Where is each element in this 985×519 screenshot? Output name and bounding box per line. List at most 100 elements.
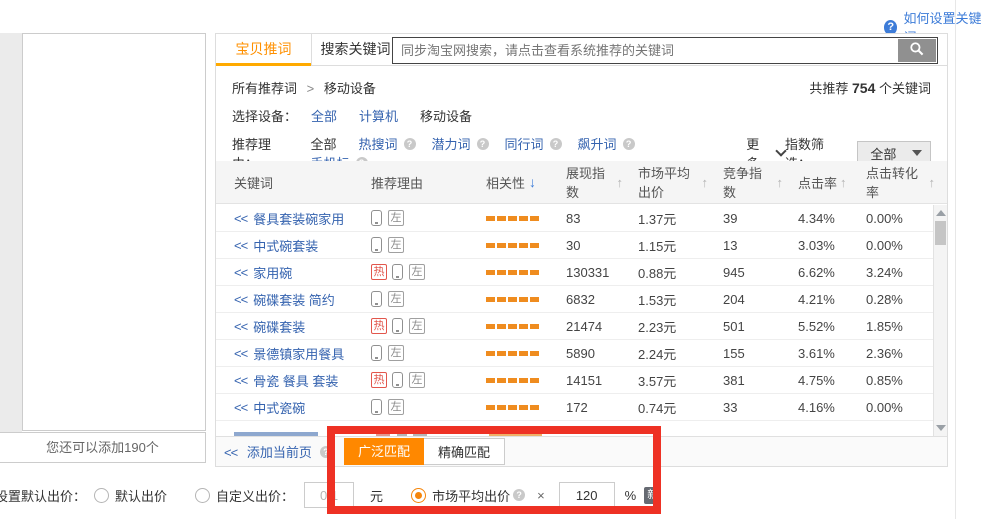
- sort-down-icon[interactable]: ↓: [529, 174, 536, 190]
- tab-search-keyword[interactable]: 搜索关键词: [311, 34, 399, 66]
- device-filter-options: 全部计算机移动设备: [311, 106, 494, 125]
- column-header-5[interactable]: 竞争指数↑: [708, 161, 783, 203]
- relevance-bars: [471, 340, 551, 366]
- add-keyword-icon: <<: [234, 400, 247, 415]
- table-scrollbar[interactable]: [933, 205, 947, 436]
- column-header-6[interactable]: 点击率↑: [783, 161, 856, 203]
- cvr-value: 3.24%: [856, 259, 933, 285]
- keyword-add-link[interactable]: <<中式瓷碗: [216, 394, 356, 420]
- ctr-value: 4.34%: [783, 205, 856, 231]
- scroll-down-icon[interactable]: [936, 425, 946, 431]
- keyword-label: 碗碟套装 简约: [253, 290, 335, 309]
- reason-option-1[interactable]: 热搜词?: [359, 134, 416, 153]
- left-position-icon: 左: [388, 237, 404, 253]
- selected-keywords-panel: [22, 33, 206, 431]
- reason-icons: 热左: [356, 367, 471, 393]
- exact-match-button[interactable]: 精确匹配: [424, 438, 505, 465]
- reason-icons: 热左: [356, 313, 471, 339]
- keyword-search-box: [392, 37, 938, 64]
- breadcrumb: 所有推荐词 > 移动设备: [232, 78, 376, 97]
- broad-match-button[interactable]: 广泛匹配: [344, 438, 424, 465]
- keyword-add-link[interactable]: <<餐具套装碗家用: [216, 205, 356, 231]
- add-page-help-icon[interactable]: ?: [320, 446, 332, 458]
- table-row: <<家用碗热左1303310.88元9456.62%3.24%: [216, 259, 933, 286]
- ctr-value: 5.52%: [783, 313, 856, 339]
- bid-bar-label: 设置默认出价：: [0, 486, 86, 505]
- device-option-0[interactable]: 全部: [311, 106, 343, 125]
- mobile-phone-icon: [371, 291, 382, 307]
- column-header-3[interactable]: 展现指数↑: [551, 161, 623, 203]
- keyword-add-link[interactable]: <<碗碟套装 简约: [216, 286, 356, 312]
- keyword-add-link[interactable]: <<碗碟套装: [216, 313, 356, 339]
- reason-option-4[interactable]: 飙升词?: [578, 134, 635, 153]
- sort-up-icon[interactable]: ↑: [840, 175, 847, 190]
- left-gutter: [0, 33, 22, 433]
- avg-price-value: 0.88元: [623, 259, 708, 285]
- filter-help-icon[interactable]: ?: [404, 138, 416, 150]
- competition-value: 945: [708, 259, 783, 285]
- keyword-add-link[interactable]: <<中式碗套装: [216, 232, 356, 258]
- new-feature-badge: 新: [644, 487, 661, 504]
- left-position-icon: 左: [388, 399, 404, 415]
- filter-help-icon[interactable]: ?: [550, 138, 562, 150]
- impressions-value: 130331: [551, 259, 623, 285]
- impressions-value: 14151: [551, 367, 623, 393]
- column-header-4[interactable]: 市场平均出价↑: [623, 161, 708, 203]
- remaining-quota-hint: 您还可以添加190个: [0, 432, 206, 463]
- filter-help-icon[interactable]: ?: [477, 138, 489, 150]
- search-button[interactable]: [898, 39, 936, 62]
- reason-option-2[interactable]: 潜力词?: [432, 134, 489, 153]
- reason-icons: 左: [356, 340, 471, 366]
- relevance-bars: [471, 367, 551, 393]
- reason-option-3[interactable]: 同行词?: [505, 134, 562, 153]
- market-average-radio[interactable]: 市场平均出价: [411, 486, 510, 505]
- custom-bid-radio[interactable]: 自定义出价：: [195, 486, 294, 505]
- cvr-value: 0.85%: [856, 367, 933, 393]
- table-row: <<骨瓷 餐具 套装热左141513.57元3814.75%0.85%: [216, 367, 933, 394]
- column-header-0: 关键词: [216, 161, 356, 203]
- scrollbar-thumb[interactable]: [935, 221, 946, 245]
- column-header-label: 竞争指数: [723, 163, 774, 201]
- impressions-value: 172: [551, 394, 623, 420]
- ctr-value: 3.03%: [783, 232, 856, 258]
- keyword-add-link[interactable]: <<骨瓷 餐具 套装: [216, 367, 356, 393]
- add-keyword-icon: <<: [234, 265, 247, 280]
- sort-up-icon[interactable]: ↑: [929, 175, 936, 190]
- relevance-bars: [471, 313, 551, 339]
- column-header-7[interactable]: 点击转化率↑: [856, 161, 935, 203]
- filter-help-icon[interactable]: ?: [623, 138, 635, 150]
- left-position-icon: 左: [388, 345, 404, 361]
- scroll-up-icon[interactable]: [936, 210, 946, 216]
- add-keyword-icon: <<: [234, 346, 247, 361]
- keyword-add-link[interactable]: <<景德镇家用餐具: [216, 340, 356, 366]
- competition-value: 204: [708, 286, 783, 312]
- add-current-page-link[interactable]: << 添加当前页: [224, 442, 312, 461]
- mobile-phone-icon: [371, 399, 382, 415]
- tab-item-recommend[interactable]: 宝贝推词: [216, 34, 311, 66]
- device-option-1[interactable]: 计算机: [359, 106, 404, 125]
- left-position-icon: 左: [388, 210, 404, 226]
- search-input[interactable]: [393, 38, 897, 63]
- column-header-label: 推荐理由: [371, 173, 423, 192]
- add-keyword-icon: <<: [234, 319, 247, 334]
- left-position-icon: 左: [409, 318, 425, 334]
- cvr-value: 0.00%: [856, 394, 933, 420]
- reason-option-0[interactable]: 全部: [310, 134, 342, 153]
- reason-icons: 左: [356, 205, 471, 231]
- default-bid-radio[interactable]: 默认出价: [94, 486, 167, 505]
- cvr-value: 0.00%: [856, 232, 933, 258]
- table-row: <<中式碗套装左301.15元133.03%0.00%: [216, 232, 933, 259]
- column-header-2[interactable]: 相关性↓: [471, 161, 551, 203]
- breadcrumb-parent[interactable]: 所有推荐词: [232, 81, 297, 96]
- ctr-value: 4.21%: [783, 286, 856, 312]
- market-average-help-icon[interactable]: ?: [513, 489, 525, 501]
- keyword-add-link[interactable]: <<家用碗: [216, 259, 356, 285]
- competition-value: 501: [708, 313, 783, 339]
- percent-input[interactable]: [559, 482, 615, 508]
- keyword-tool-page: 您还可以添加190个 ? 如何设置关键词 宝贝推词 搜索关键词: [0, 0, 985, 519]
- ctr-value: 4.16%: [783, 394, 856, 420]
- impressions-value: 83: [551, 205, 623, 231]
- reason-icons: 左: [356, 286, 471, 312]
- custom-bid-input[interactable]: [304, 482, 354, 508]
- device-option-2[interactable]: 移动设备: [420, 106, 478, 125]
